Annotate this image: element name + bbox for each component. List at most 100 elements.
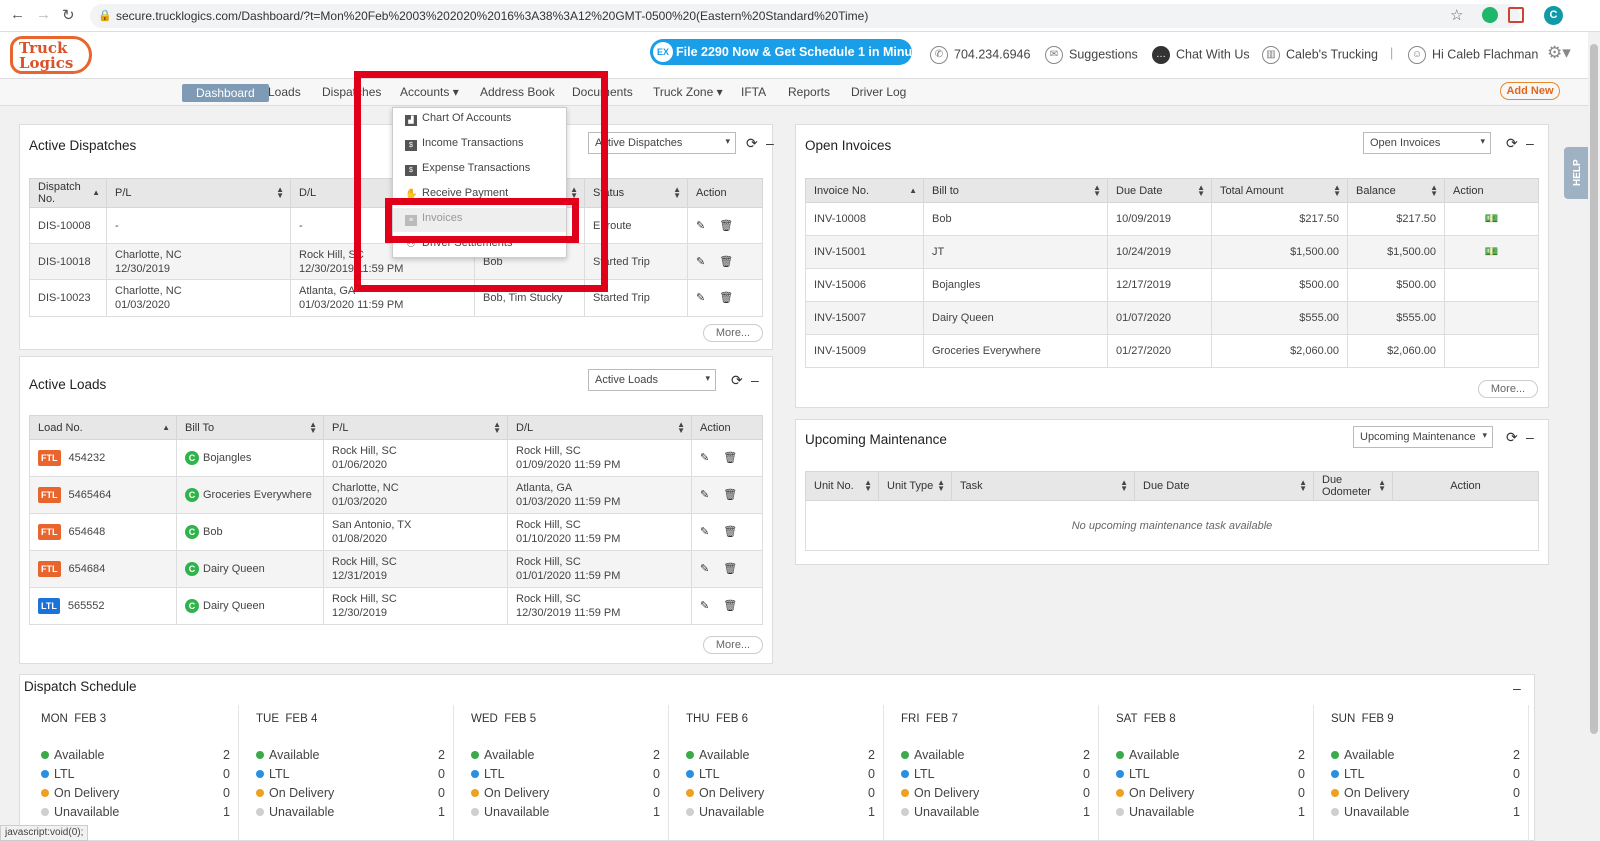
schedule-status-row[interactable]: Available 2 xyxy=(471,748,666,762)
schedule-status-row[interactable]: On Delivery 0 xyxy=(1331,786,1526,800)
gear-icon[interactable]: ⚙▾ xyxy=(1547,43,1571,63)
menu-ifta[interactable]: IFTA xyxy=(733,84,774,100)
schedule-status-row[interactable]: On Delivery 0 xyxy=(471,786,666,800)
schedule-status-row[interactable]: Unavailable 1 xyxy=(1116,805,1311,819)
col-unit-no[interactable]: Unit No. ▲ ▼ xyxy=(805,471,879,501)
back-icon[interactable]: ← xyxy=(10,6,25,23)
edit-icon[interactable]: ✎ xyxy=(696,256,719,268)
forward-icon[interactable]: → xyxy=(36,6,51,23)
schedule-status-row[interactable]: LTL 0 xyxy=(901,767,1096,781)
schedule-status-row[interactable]: On Delivery 0 xyxy=(686,786,881,800)
load-number[interactable]: 565552 xyxy=(68,600,105,612)
schedule-status-row[interactable]: Unavailable 1 xyxy=(471,805,666,819)
delete-icon[interactable]: 🗑 xyxy=(719,220,747,232)
more-button[interactable]: More... xyxy=(703,324,763,342)
reload-icon[interactable]: ↻ xyxy=(62,6,75,24)
delete-icon[interactable]: 🗑 xyxy=(723,452,751,464)
invoice-no[interactable]: INV-15006 xyxy=(805,268,924,302)
edit-icon[interactable]: ✎ xyxy=(700,489,723,501)
schedule-status-row[interactable]: LTL 0 xyxy=(256,767,451,781)
delete-icon[interactable]: 🗑 xyxy=(723,563,751,575)
schedule-status-row[interactable]: Available 2 xyxy=(1116,748,1311,762)
schedule-status-row[interactable]: On Delivery 0 xyxy=(256,786,451,800)
menu-reports[interactable]: Reports xyxy=(780,84,838,100)
schedule-status-row[interactable]: LTL 0 xyxy=(471,767,666,781)
schedule-status-row[interactable]: Available 2 xyxy=(901,748,1096,762)
col-balance[interactable]: Balance ▲ ▼ xyxy=(1347,178,1445,203)
schedule-status-row[interactable]: LTL 0 xyxy=(1116,767,1311,781)
refresh-icon[interactable]: ⟳ xyxy=(1506,429,1518,446)
collapse-icon[interactable]: – xyxy=(751,372,759,388)
invoice-no[interactable]: INV-15001 xyxy=(805,235,924,269)
table-row[interactable]: FTL 454232 C Bojangles Rock Hill, SC 01/06/… xyxy=(29,439,763,477)
schedule-status-row[interactable]: Unavailable 1 xyxy=(901,805,1096,819)
col-invoice-no[interactable]: Invoice No. ▲ xyxy=(805,178,924,203)
table-row[interactable]: INV-15006 Bojangles 12/17/2019 $500.00 $… xyxy=(805,268,1539,302)
schedule-status-row[interactable]: Available 2 xyxy=(256,748,451,762)
phone-link[interactable]: ✆ 704.234.6946 xyxy=(930,46,1030,64)
col-pl[interactable]: P/L ▲ ▼ xyxy=(106,178,291,208)
receive-payment-icon[interactable]: 💵 xyxy=(1485,246,1499,258)
edit-icon[interactable]: ✎ xyxy=(700,452,723,464)
schedule-status-row[interactable]: LTL 0 xyxy=(41,767,236,781)
schedule-status-row[interactable]: Unavailable 1 xyxy=(256,805,451,819)
pocket-extension-icon[interactable] xyxy=(1508,7,1524,23)
col-bill-to[interactable]: Bill to ▲ ▼ xyxy=(923,178,1108,203)
col-total-amount[interactable]: Total Amount ▲ ▼ xyxy=(1211,178,1348,203)
grammarly-extension-icon[interactable] xyxy=(1482,7,1498,23)
load-number[interactable]: 654648 xyxy=(69,526,106,538)
delete-icon[interactable]: 🗑 xyxy=(723,489,751,501)
menu-driver-log[interactable]: Driver Log xyxy=(843,84,914,100)
col-dispatch-no[interactable]: Dispatch No. ▲ xyxy=(29,178,107,208)
col-load-no[interactable]: Load No. ▲ xyxy=(29,415,177,440)
schedule-status-row[interactable]: Unavailable 1 xyxy=(686,805,881,819)
col-due-date[interactable]: Due Date ▲ ▼ xyxy=(1134,471,1314,501)
schedule-status-row[interactable]: Available 2 xyxy=(41,748,236,762)
schedule-status-row[interactable]: Available 2 xyxy=(1331,748,1526,762)
menu-dashboard[interactable]: Dashboard xyxy=(182,84,269,102)
maintenance-filter-select[interactable]: Upcoming Maintenance xyxy=(1353,426,1493,448)
dispatches-filter-select[interactable]: Active Dispatches xyxy=(588,132,736,154)
col-due-odometer[interactable]: Due Odometer ▲ ▼ xyxy=(1313,471,1393,501)
load-number[interactable]: 5465464 xyxy=(69,489,112,501)
delete-icon[interactable]: 🗑 xyxy=(723,526,751,538)
schedule-status-row[interactable]: On Delivery 0 xyxy=(41,786,236,800)
schedule-status-row[interactable]: Unavailable 1 xyxy=(1331,805,1526,819)
table-row[interactable]: LTL 565552 C Dairy Queen Rock Hill, SC 12/3… xyxy=(29,587,763,625)
more-button[interactable]: More... xyxy=(703,636,763,654)
edit-icon[interactable]: ✎ xyxy=(696,292,719,304)
load-number[interactable]: 654684 xyxy=(69,563,106,575)
schedule-status-row[interactable]: Unavailable 1 xyxy=(41,805,236,819)
edit-icon[interactable]: ✎ xyxy=(700,600,723,612)
refresh-icon[interactable]: ⟳ xyxy=(746,135,758,152)
scrollbar-thumb[interactable] xyxy=(1590,44,1598,734)
table-row[interactable]: INV-15009 Groceries Everywhere 01/27/202… xyxy=(805,334,1539,368)
schedule-status-row[interactable]: LTL 0 xyxy=(686,767,881,781)
invoice-no[interactable]: INV-10008 xyxy=(805,202,924,236)
col-bill-to[interactable]: Bill To ▲ ▼ xyxy=(176,415,324,440)
collapse-icon[interactable]: – xyxy=(1526,429,1534,445)
schedule-status-row[interactable]: Available 2 xyxy=(686,748,881,762)
account-avatar[interactable]: C xyxy=(1544,6,1563,25)
menu-truck-zone[interactable]: Truck Zone ▾ xyxy=(645,84,731,100)
schedule-status-row[interactable]: On Delivery 0 xyxy=(901,786,1096,800)
edit-icon[interactable]: ✎ xyxy=(700,526,723,538)
edit-icon[interactable]: ✎ xyxy=(696,220,719,232)
bookmark-star-icon[interactable]: ☆ xyxy=(1450,6,1463,24)
add-new-button[interactable]: Add New xyxy=(1500,82,1560,100)
invoices-filter-select[interactable]: Open Invoices xyxy=(1363,132,1491,154)
col-task[interactable]: Task ▲ ▼ xyxy=(951,471,1135,501)
collapse-icon[interactable]: – xyxy=(1526,135,1534,151)
edit-icon[interactable]: ✎ xyxy=(700,563,723,575)
promo-banner-button[interactable]: EX File 2290 Now & Get Schedule 1 in Minu… xyxy=(650,39,930,65)
dispatch-no[interactable]: DIS-10018 xyxy=(29,243,107,280)
delete-icon[interactable]: 🗑 xyxy=(719,292,747,304)
receive-payment-icon[interactable]: 💵 xyxy=(1485,213,1499,225)
schedule-status-row[interactable]: On Delivery 0 xyxy=(1116,786,1311,800)
dispatch-no[interactable]: DIS-10023 xyxy=(29,279,107,317)
delete-icon[interactable]: 🗑 xyxy=(719,256,747,268)
col-due-date[interactable]: Due Date ▲ ▼ xyxy=(1107,178,1212,203)
delete-icon[interactable]: 🗑 xyxy=(723,600,751,612)
dispatch-no[interactable]: DIS-10008 xyxy=(29,207,107,244)
chat-link[interactable]: … Chat With Us xyxy=(1152,46,1250,64)
